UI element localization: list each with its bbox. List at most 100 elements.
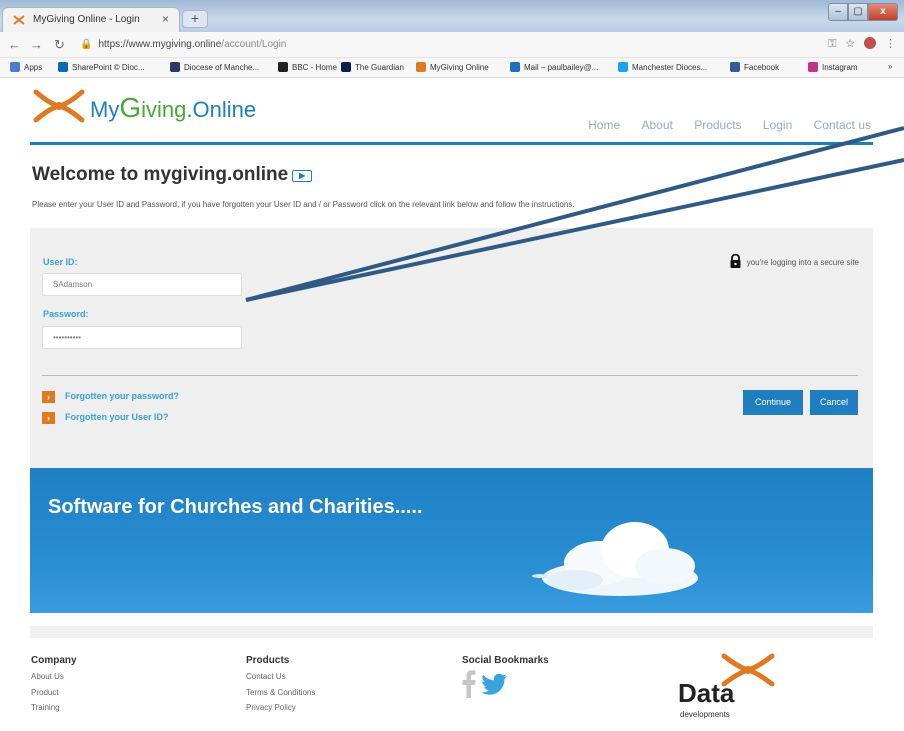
browser-tab-strip: MyGiving Online - Login × + – ▢ x	[0, 0, 904, 32]
bookmark-item[interactable]: MyGiving Online	[416, 62, 489, 72]
top-navigation: Home About Products Login Contact us	[570, 118, 871, 132]
bookmark-item[interactable]: Mail – paulbailey@...	[510, 62, 598, 72]
banner-tagline: Software for Churches and Charities.....	[48, 496, 423, 518]
maximize-button[interactable]: ▢	[848, 3, 868, 21]
footer-contact-us-link[interactable]: Contact Us	[246, 672, 286, 681]
dd-logo-sub: developments	[680, 710, 730, 719]
forgot-userid-link[interactable]: › Forgotten your User ID?	[42, 412, 169, 424]
mygiving-logo[interactable]: MyGiving.Online	[30, 86, 310, 126]
browser-tab[interactable]: MyGiving Online - Login ×	[2, 7, 180, 32]
bookmark-item[interactable]: Facebook	[730, 62, 779, 72]
site-header: MyGiving.Online Home About Products Logi…	[30, 82, 873, 146]
facebook-icon[interactable]	[462, 670, 476, 698]
nav-login[interactable]: Login	[763, 118, 792, 132]
forgot-userid-text: Forgotten your User ID?	[65, 412, 169, 422]
menu-icon[interactable]: ⋮	[885, 38, 896, 50]
bookmark-favicon-icon	[416, 62, 426, 72]
password-label: Password:	[43, 309, 89, 319]
bookmark-item[interactable]: SharePoint © Dioc...	[58, 62, 145, 72]
nav-products[interactable]: Products	[694, 118, 741, 132]
tab-title: MyGiving Online - Login	[33, 14, 140, 25]
chevron-right-icon: ›	[42, 391, 55, 403]
forward-arrow-icon[interactable]: →	[30, 37, 43, 52]
bookmark-favicon-icon	[278, 62, 288, 72]
new-tab-button[interactable]: +	[182, 10, 208, 28]
minimize-button[interactable]: –	[828, 3, 848, 21]
secure-site-text: you're logging into a secure site	[746, 258, 859, 267]
bookmark-label: Facebook	[744, 63, 780, 72]
star-icon[interactable]: ☆	[846, 38, 855, 50]
userid-label: User ID:	[43, 257, 78, 267]
logo-g: G	[119, 92, 142, 123]
reload-icon[interactable]: ↻	[54, 37, 65, 53]
bookmark-item[interactable]: Manchester Dioces...	[618, 62, 707, 72]
key-icon[interactable]: ⚿	[828, 38, 836, 50]
bookmark-label: BBC - Home	[292, 63, 337, 72]
url-field[interactable]: 🔒 https://www.mygiving.online/account/Log…	[80, 36, 840, 54]
password-input[interactable]: ••••••••••	[42, 326, 242, 349]
bookmarks-bar: Apps SharePoint © Dioc... Diocese of Manch…	[0, 58, 904, 78]
bookmark-item[interactable]: Diocese of Manche...	[170, 62, 259, 72]
mygiving-favicon-icon	[12, 13, 26, 32]
cancel-button[interactable]: Cancel	[810, 390, 858, 415]
close-window-button[interactable]: x	[868, 3, 898, 21]
bookmark-item[interactable]: Instagram	[808, 62, 858, 72]
back-arrow-icon[interactable]: ←	[8, 37, 21, 52]
page-title: Welcome to mygiving.online ▶	[32, 164, 313, 186]
footer-products-heading: Products	[246, 655, 290, 666]
bookmark-item[interactable]: Apps	[10, 62, 42, 72]
data-developments-logo[interactable]: Data developments	[678, 652, 788, 727]
bookmark-label: Manchester Dioces...	[632, 63, 708, 72]
bookmark-favicon-icon	[341, 62, 351, 72]
bookmark-label: Mail – paulbailey@...	[524, 63, 599, 72]
bookmark-item[interactable]: »	[888, 62, 892, 71]
mygiving-logo-mark-icon	[33, 89, 85, 123]
nav-contact-us[interactable]: Contact us	[814, 118, 871, 132]
bookmark-label: The Guardian	[355, 63, 404, 72]
twitter-icon[interactable]	[481, 673, 508, 695]
padlock-icon	[730, 253, 741, 270]
footer-privacy-link[interactable]: Privacy Policy	[246, 703, 296, 712]
forgot-password-text: Forgotten your password?	[65, 391, 180, 401]
footer-training-link[interactable]: Training	[31, 703, 60, 712]
footer-terms-link[interactable]: Terms & Conditions	[246, 688, 315, 697]
footer-social-heading: Social Bookmarks	[462, 655, 549, 666]
address-bar-actions: ⚿ ☆ ⋮	[828, 37, 896, 51]
bookmark-favicon-icon	[170, 62, 180, 72]
bookmark-item[interactable]: BBC - Home	[278, 62, 337, 72]
profile-avatar[interactable]	[863, 37, 876, 49]
forgot-password-link[interactable]: › Forgotten your password?	[42, 391, 179, 403]
url-path: /account/Login	[221, 39, 287, 50]
secure-lock-icon: 🔒	[80, 39, 93, 50]
page-title-text: Welcome to mygiving.online	[32, 164, 289, 185]
login-panel: User ID: SAdamson Password: •••••••••• y…	[30, 228, 873, 468]
social-icons	[462, 670, 508, 698]
window-controls: – ▢ x	[828, 3, 898, 21]
bookmark-item[interactable]: The Guardian	[341, 62, 404, 72]
bookmark-favicon-icon	[618, 62, 628, 72]
bookmark-favicon-icon	[10, 62, 20, 72]
header-divider	[30, 142, 873, 145]
logo-my: My	[90, 97, 120, 122]
video-icon[interactable]: ▶	[292, 170, 313, 182]
panel-divider	[42, 375, 858, 376]
tab-close-icon[interactable]: ×	[162, 12, 169, 26]
continue-button[interactable]: Continue	[743, 390, 803, 415]
footer-product-link[interactable]: Product	[31, 688, 59, 697]
nav-home[interactable]: Home	[588, 118, 620, 132]
bookmark-favicon-icon	[808, 62, 818, 72]
footer-company-heading: Company	[31, 655, 77, 666]
footer-band	[30, 626, 873, 638]
bookmark-favicon-icon	[510, 62, 520, 72]
bookmark-favicon-icon	[58, 62, 68, 72]
footer-about-us-link[interactable]: About Us	[31, 672, 64, 681]
bookmark-label: Diocese of Manche...	[184, 63, 260, 72]
nav-about[interactable]: About	[642, 118, 673, 132]
bookmark-label: Apps	[24, 63, 43, 72]
dd-logo-word: Data	[678, 678, 735, 708]
bookmark-label: SharePoint © Dioc...	[72, 63, 145, 72]
bookmark-label: »	[888, 62, 893, 71]
bookmark-favicon-icon	[730, 62, 740, 72]
url-domain: https://www.mygiving.online	[98, 39, 222, 50]
userid-input[interactable]: SAdamson	[42, 273, 242, 296]
